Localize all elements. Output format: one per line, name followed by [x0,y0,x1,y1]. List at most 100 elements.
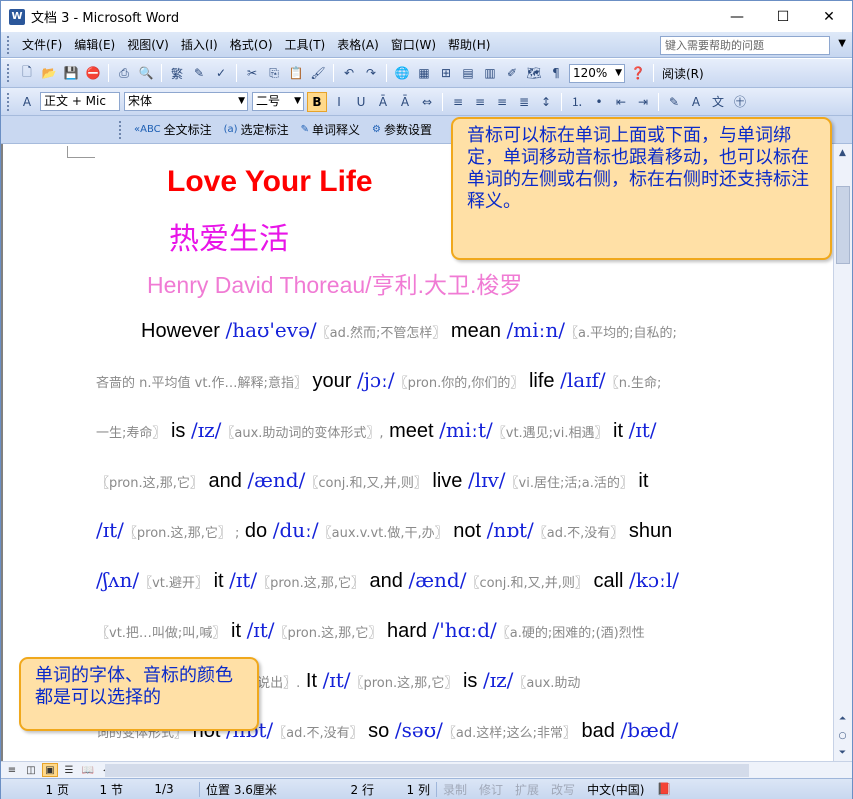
enclosed-char-icon[interactable]: ㊉ [730,92,750,112]
spelling-status-icon[interactable]: 📕 [650,782,677,796]
separator [108,64,109,82]
word-run: live [426,470,468,492]
align-right-icon[interactable]: ≡ [492,92,512,112]
status-extend[interactable]: 扩展 [509,781,545,798]
format-painter-icon[interactable]: 🖌 [308,63,328,83]
horizontal-scrollbar[interactable]: ≡ ◫ ▣ ☰ 📖 ◀ [1,761,852,778]
text-line: 一生;寿命〗 is /ɪz/〖aux.助动词的变体形式〗, meet /miːt… [96,418,761,443]
tables-borders-icon[interactable]: ▦ [414,63,434,83]
align-left-icon[interactable]: ≡ [448,92,468,112]
styles-pane-icon[interactable]: A [17,92,37,112]
toolbar-grip[interactable] [7,92,10,111]
bold-button[interactable]: B [307,91,327,112]
formatting-toolbar: A 正文 + Mic 宋体 ▼ 二号 ▼ B I U Ā Ā ⇔ ≡ ≡ ≡ ≣ ↕… [1,88,852,116]
help-icon[interactable]: ❓ [628,63,648,83]
menu-file[interactable]: 文件(F) [16,32,68,58]
columns-icon[interactable]: ▥ [480,63,500,83]
print-layout-icon[interactable]: ▣ [42,763,58,777]
italic-button[interactable]: I [329,92,349,112]
status-record[interactable]: 录制 [437,781,473,798]
menu-table[interactable]: 表格(A) [331,32,385,58]
close-button[interactable]: ✕ [806,1,852,32]
toolbar-grip[interactable] [7,64,10,82]
show-hide-icon[interactable]: ¶ [546,63,566,83]
insert-table-icon[interactable]: ⊞ [436,63,456,83]
underline-button[interactable]: U [351,92,371,112]
maximize-button[interactable]: ☐ [760,1,806,32]
word-run: it [208,570,230,592]
style-select[interactable]: 正文 + Mic [40,92,120,111]
menu-tools[interactable]: 工具(T) [279,32,332,58]
hyperlink-icon[interactable]: 🌐 [392,63,412,83]
document-map-icon[interactable]: 🗺 [524,63,544,83]
research-icon[interactable]: ✎ [189,63,209,83]
web-view-icon[interactable]: ◫ [23,763,39,777]
decrease-indent-icon[interactable]: ⇤ [611,92,631,112]
status-pages: 1/3 [154,782,174,796]
browse-object-icon[interactable]: ○ [834,727,851,744]
bullets-icon[interactable]: • [589,92,609,112]
spelling-icon[interactable]: ✓ [211,63,231,83]
font-size-select[interactable]: 二号 ▼ [252,92,304,111]
justify-icon[interactable]: ≣ [514,92,534,112]
help-dropdown-icon[interactable]: ▼ [838,38,846,49]
save-icon[interactable]: 💾 [61,63,81,83]
numbering-icon[interactable]: ⒈ [567,92,587,112]
scroll-up-icon[interactable]: ▲ [834,144,851,161]
next-page-icon[interactable]: ⏷ [834,744,851,761]
vertical-scroll-thumb[interactable] [836,186,850,264]
document-author: Henry David Thoreau/亨利.大卫.梭罗 [147,272,523,298]
print-preview-icon[interactable]: 🔍 [136,63,156,83]
prev-page-icon[interactable]: ⏶ [834,710,851,727]
redo-icon[interactable]: ↷ [361,63,381,83]
cut-icon[interactable]: ✂ [242,63,262,83]
menu-insert[interactable]: 插入(I) [175,32,224,58]
normal-view-icon[interactable]: ≡ [4,763,20,777]
highlight-icon[interactable]: ✎ [664,92,684,112]
traditional-chinese-icon[interactable]: 繁 [167,63,187,83]
status-overtype[interactable]: 改写 [545,781,581,798]
insert-excel-icon[interactable]: ▤ [458,63,478,83]
increase-indent-icon[interactable]: ⇥ [633,92,653,112]
word-run: not [447,520,487,542]
horizontal-scroll-track[interactable] [105,764,749,777]
word-meaning-button[interactable]: ✎ 单词释义 [295,121,366,138]
read-button[interactable]: 阅读(R) [658,65,708,82]
word-run: and [202,470,248,492]
status-language[interactable]: 中文(中国) [581,781,650,798]
phonetic-guide-icon[interactable]: 文 [708,92,728,112]
font-select[interactable]: 宋体 ▼ [124,92,248,111]
undo-icon[interactable]: ↶ [339,63,359,83]
outline-view-icon[interactable]: ☰ [61,763,77,777]
line-spacing-icon[interactable]: ↕ [536,92,556,112]
menu-edit[interactable]: 编辑(E) [68,32,121,58]
vertical-scrollbar[interactable]: ▲ ⏶ ○ ⏷ [833,144,852,761]
menu-window[interactable]: 窗口(W) [385,32,442,58]
char-scaling-icon[interactable]: ⇔ [417,92,437,112]
full-annotate-button[interactable]: «ABC 全文标注 [128,121,218,138]
copy-icon[interactable]: ⎘ [264,63,284,83]
help-search-input[interactable]: 键入需要帮助的问题 [660,36,830,55]
char-shading-icon[interactable]: Ā [395,92,415,112]
char-border-icon[interactable]: Ā [373,92,393,112]
status-track-changes[interactable]: 修订 [473,781,509,798]
toolbar-grip[interactable] [119,120,122,139]
print-icon[interactable]: ⎙ [114,63,134,83]
reading-view-icon[interactable]: 📖 [80,763,96,777]
menubar-grip[interactable] [7,35,10,54]
permission-icon[interactable]: ⛔ [83,63,103,83]
zoom-select[interactable]: 120% ▼ [569,63,625,83]
menu-format[interactable]: 格式(O) [224,32,279,58]
new-document-icon[interactable]: 🗋 [17,63,37,83]
menu-view[interactable]: 视图(V) [121,32,175,58]
menu-help[interactable]: 帮助(H) [442,32,496,58]
font-color-icon[interactable]: A [686,92,706,112]
drawing-icon[interactable]: ✐ [502,63,522,83]
minimize-button[interactable]: — [714,1,760,32]
align-center-icon[interactable]: ≡ [470,92,490,112]
settings-button[interactable]: ⚙ 参数设置 [366,121,438,138]
open-folder-icon[interactable]: 📂 [39,63,59,83]
paste-icon[interactable]: 📋 [286,63,306,83]
selection-annotate-button[interactable]: (a) 选定标注 [218,121,295,138]
definition-run: 〖pron.你的,你们的〗 [394,376,524,391]
